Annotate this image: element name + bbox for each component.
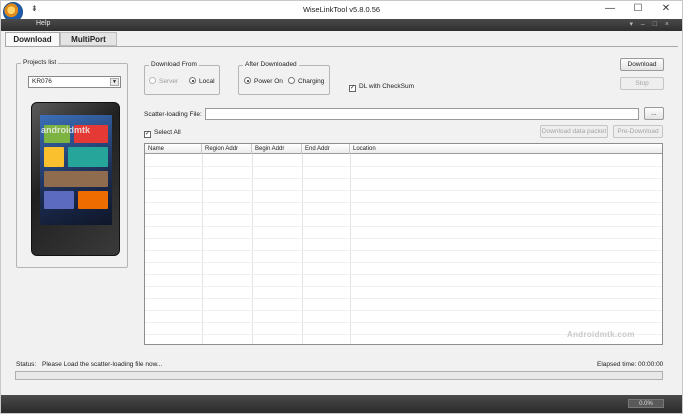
column-header-begin-addr[interactable]: Begin Addr <box>252 144 302 154</box>
dl-checksum-checkbox[interactable]: ✓ DL with CheckSum <box>349 83 414 92</box>
progress-percent: 0.0% <box>628 399 664 408</box>
bottom-status-bar <box>1 395 682 413</box>
radio-charging-dot <box>288 77 295 84</box>
radio-power-on[interactable]: Power On <box>244 77 283 85</box>
radio-server-dot <box>149 77 156 84</box>
status-message: Please Load the scatter-loading file now… <box>42 361 163 368</box>
after-downloaded-title: After Downloaded <box>243 61 299 68</box>
partition-table[interactable]: Name Region Addr Begin Addr End Addr Loc… <box>144 143 663 345</box>
download-data-packet-button[interactable]: Download data packet <box>540 125 608 138</box>
tab-multiport[interactable]: MultiPort <box>60 32 117 46</box>
chevron-down-icon[interactable]: ▼ <box>110 78 119 86</box>
elapsed-time-value: 00:00:00 <box>638 361 664 368</box>
radio-charging[interactable]: Charging <box>288 77 324 85</box>
window-title: WiseLinkTool v5.8.0.56 <box>302 5 381 14</box>
download-button[interactable]: Download <box>620 58 664 71</box>
check-icon: ✓ <box>349 85 356 92</box>
elapsed-time-label: Elapsed time: <box>597 361 637 368</box>
check-icon: ✓ <box>144 131 151 138</box>
table-header: Name Region Addr Begin Addr End Addr Loc… <box>145 144 662 154</box>
pre-download-button[interactable]: Pre-Download <box>613 125 663 138</box>
preview-watermark: androidmtk <box>41 125 91 135</box>
scatter-file-label: Scatter-loading File: <box>144 111 202 118</box>
radio-power-on-dot <box>244 77 251 84</box>
browse-button[interactable]: ... <box>644 107 664 120</box>
status-label: Status: <box>16 361 37 368</box>
androidmtk-watermark: Androidmtk.com <box>567 330 635 339</box>
menu-window-controls[interactable]: ▾ – □ × <box>629 20 672 28</box>
column-header-location[interactable]: Location <box>350 144 662 154</box>
download-progress-bar <box>15 371 663 380</box>
project-select-value: KR076 <box>32 78 52 85</box>
scatter-file-input[interactable] <box>205 108 639 120</box>
app-window: ⇟ WiseLinkTool v5.8.0.56 — ☐ ✕ Help ▾ – … <box>0 0 683 414</box>
title-bar: ⇟ WiseLinkTool v5.8.0.56 — ☐ ✕ <box>1 1 682 22</box>
stop-button[interactable]: Stop <box>620 77 664 90</box>
download-from-title: Download From <box>149 61 199 68</box>
project-select[interactable]: KR076 ▼ <box>28 76 121 88</box>
minimize-button[interactable]: — <box>598 1 622 17</box>
tab-download[interactable]: Download <box>5 32 60 47</box>
radio-local[interactable]: Local <box>189 77 215 85</box>
menu-bar: Help ▾ – □ × <box>1 19 682 31</box>
column-header-region-addr[interactable]: Region Addr <box>202 144 252 154</box>
column-header-name[interactable]: Name <box>145 144 202 154</box>
menu-help[interactable]: Help <box>36 20 50 27</box>
radio-local-dot <box>189 77 196 84</box>
maximize-button[interactable]: ☐ <box>626 1 650 17</box>
close-button[interactable]: ✕ <box>654 1 678 17</box>
radio-server[interactable]: Server <box>149 77 178 85</box>
select-all-checkbox[interactable]: ✓ Select All <box>144 129 181 138</box>
column-header-end-addr[interactable]: End Addr <box>302 144 350 154</box>
projects-list-title: Projects list <box>21 59 59 66</box>
